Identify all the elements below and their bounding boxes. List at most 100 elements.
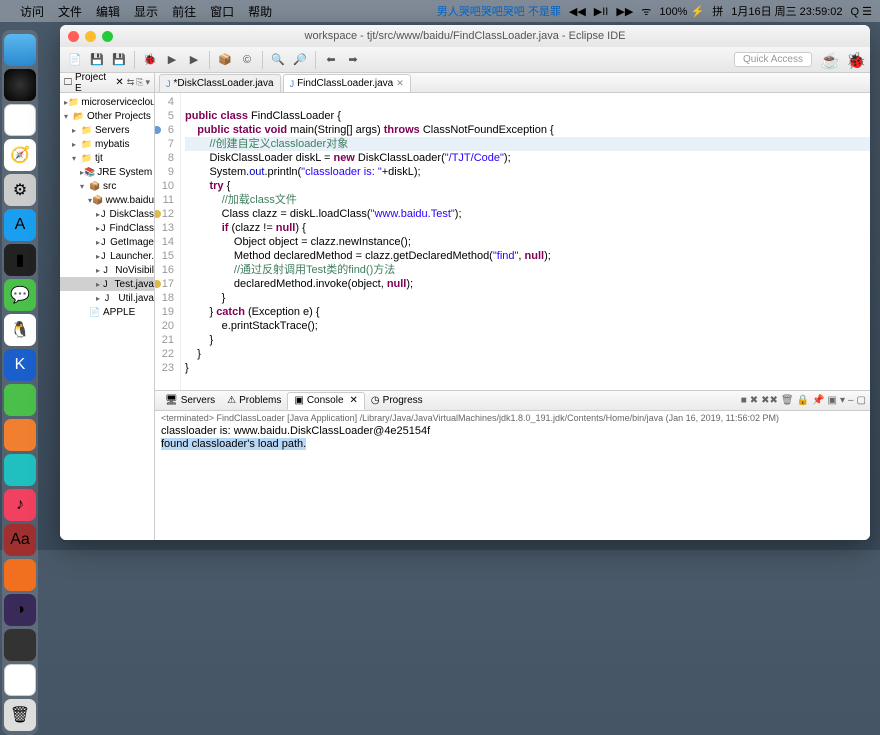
media-play-icon[interactable]: ▶II	[594, 5, 609, 18]
dock-launchpad-icon[interactable]	[4, 104, 36, 136]
maximize-view-icon[interactable]: ▢	[857, 395, 866, 406]
save-all-icon[interactable]: 💾	[110, 51, 128, 69]
tree-item[interactable]: ▸JGetImage	[60, 235, 154, 249]
tree-item[interactable]: ▾📦www.baidu	[60, 193, 154, 207]
new-class-icon[interactable]: ©	[238, 51, 256, 69]
view-menu-icon[interactable]: ▾	[145, 77, 150, 88]
tree-item[interactable]: ▸📁mybatis	[60, 137, 154, 151]
spotlight-icon[interactable]: Q ☰	[851, 5, 872, 18]
open-console-icon[interactable]: ▾	[840, 395, 845, 406]
tree-item[interactable]: 📄APPLE	[60, 305, 154, 319]
tree-item[interactable]: ▾📁tjt	[60, 151, 154, 165]
tree-item[interactable]: ▾📂Other Projects	[60, 109, 154, 123]
terminate-icon[interactable]: ■	[741, 395, 747, 406]
close-icon[interactable]: ✕	[350, 395, 358, 406]
battery-status[interactable]: 100% ⚡	[659, 5, 704, 18]
tree-item[interactable]: ▸📁Servers	[60, 123, 154, 137]
tree-item[interactable]: ▸📁microservicecloud	[60, 95, 154, 109]
run-icon[interactable]: ▶	[163, 51, 181, 69]
tree-item[interactable]: ▾📦src	[60, 179, 154, 193]
dock-terminal-icon[interactable]: ▮	[4, 244, 36, 276]
run-last-icon[interactable]: ▶	[185, 51, 203, 69]
dock-eclipse-icon[interactable]: ◑	[4, 594, 36, 626]
dock-trash-icon[interactable]: 🗑	[4, 699, 36, 731]
dock-intellij-icon[interactable]	[4, 629, 36, 661]
tree-item[interactable]: ▸JUtil.java	[60, 291, 154, 305]
zoom-window-icon[interactable]	[102, 31, 113, 42]
dock-app-orange-icon[interactable]	[4, 419, 36, 451]
editor-tab-disk[interactable]: J *DiskClassLoader.java	[159, 74, 281, 92]
dock-settings-icon[interactable]: ⚙	[4, 174, 36, 206]
new-icon[interactable]: 📄	[66, 51, 84, 69]
now-playing-title[interactable]: 男人哭吧哭吧哭吧 不是罪	[437, 3, 561, 19]
debug-icon[interactable]: 🐞	[141, 51, 159, 69]
clear-console-icon[interactable]: 🗑	[781, 395, 794, 406]
close-window-icon[interactable]	[68, 31, 79, 42]
dock-appstore-icon[interactable]: A	[4, 209, 36, 241]
tree-item[interactable]: ▸JLauncher.	[60, 249, 154, 263]
forward-icon[interactable]: ➡	[344, 51, 362, 69]
dock-app-k-icon[interactable]: K	[4, 349, 36, 381]
line-gutter[interactable]: 4567891011121314151617181920212223	[155, 93, 181, 390]
dock-app-red-icon[interactable]: Aa	[4, 524, 36, 556]
menu-go[interactable]: 前往	[172, 3, 196, 20]
menu-visit[interactable]: 访问	[20, 3, 44, 20]
tree-item[interactable]: ▸📚JRE System Lib	[60, 165, 154, 179]
tab-console[interactable]: ▣Console✕	[287, 392, 365, 410]
window-titlebar[interactable]: workspace - tjt/src/www/baidu/FindClassL…	[60, 25, 870, 47]
save-icon[interactable]: 💾	[88, 51, 106, 69]
clock[interactable]: 1月16日 周三 23:59:02	[731, 3, 842, 19]
project-explorer-tab[interactable]: 🞎 Project E ✕ ⇆ ⎘ ▾	[60, 73, 154, 93]
search-icon[interactable]: 🔎	[291, 51, 309, 69]
dock-music-icon[interactable]: ♪	[4, 489, 36, 521]
link-editor-icon[interactable]: ⎘	[136, 77, 143, 88]
collapse-all-icon[interactable]: ⇆	[127, 77, 135, 88]
menu-file[interactable]: 文件	[58, 3, 82, 20]
remove-all-icon[interactable]: ✖✖	[761, 395, 778, 406]
dock-document-icon[interactable]	[4, 664, 36, 696]
menu-window[interactable]: 窗口	[210, 3, 234, 20]
remove-launch-icon[interactable]: ✖	[750, 395, 758, 406]
pin-console-icon[interactable]: 📌	[812, 395, 824, 406]
perspective-java-icon[interactable]: ☕	[820, 51, 838, 69]
perspective-debug-icon[interactable]: 🐞	[846, 51, 864, 69]
tree-item[interactable]: ▸JNoVisibil	[60, 263, 154, 277]
dock-app-teal-icon[interactable]	[4, 454, 36, 486]
tree-item[interactable]: ▸JTest.java	[60, 277, 154, 291]
project-tree[interactable]: ▸📁microservicecloud▾📂Other Projects▸📁Ser…	[60, 93, 154, 540]
dock-wechat-icon[interactable]: 💬	[4, 279, 36, 311]
tree-item[interactable]: ▸JDiskClass	[60, 207, 154, 221]
close-view-icon[interactable]: ✕	[115, 77, 123, 88]
open-type-icon[interactable]: 🔍	[269, 51, 287, 69]
tree-item[interactable]: ▸JFindClass	[60, 221, 154, 235]
dock-app-green-icon[interactable]	[4, 384, 36, 416]
media-next-icon[interactable]: ▶▶	[616, 5, 633, 18]
dock-siri-icon[interactable]	[4, 69, 36, 101]
media-prev-icon[interactable]: ◀◀	[569, 5, 586, 18]
minimize-view-icon[interactable]: –	[848, 395, 854, 406]
dock-finder-icon[interactable]	[4, 34, 36, 66]
scroll-lock-icon[interactable]: 🔒	[797, 395, 809, 406]
minimize-window-icon[interactable]	[85, 31, 96, 42]
display-console-icon[interactable]: ▣	[828, 395, 837, 406]
close-tab-icon[interactable]: ✕	[396, 78, 404, 89]
menu-view[interactable]: 显示	[134, 3, 158, 20]
code-content[interactable]: public class FindClassLoader { public st…	[181, 93, 870, 390]
tab-servers[interactable]: 🖥Servers	[159, 392, 221, 410]
dock-firefox-icon[interactable]	[4, 559, 36, 591]
bottom-tabs: 🖥Servers ⚠Problems ▣Console✕ ◷Progress ■…	[155, 391, 870, 411]
tab-progress[interactable]: ◷Progress	[365, 392, 429, 410]
menu-help[interactable]: 帮助	[248, 3, 272, 20]
back-icon[interactable]: ⬅	[322, 51, 340, 69]
console-output[interactable]: classloader is: www.baidu.DiskClassLoade…	[155, 425, 870, 540]
dock-qq-icon[interactable]: 🐧	[4, 314, 36, 346]
quick-access-input[interactable]: Quick Access	[734, 52, 812, 67]
code-editor[interactable]: 4567891011121314151617181920212223 publi…	[155, 93, 870, 390]
tab-problems[interactable]: ⚠Problems	[221, 392, 287, 410]
editor-tab-find[interactable]: J FindClassLoader.java ✕	[283, 74, 411, 92]
menu-edit[interactable]: 编辑	[96, 3, 120, 20]
new-package-icon[interactable]: 📦	[216, 51, 234, 69]
wifi-icon[interactable]: ᯤ	[641, 4, 651, 19]
dock-safari-icon[interactable]: 🧭	[4, 139, 36, 171]
input-method-icon[interactable]: 拼	[712, 3, 723, 19]
